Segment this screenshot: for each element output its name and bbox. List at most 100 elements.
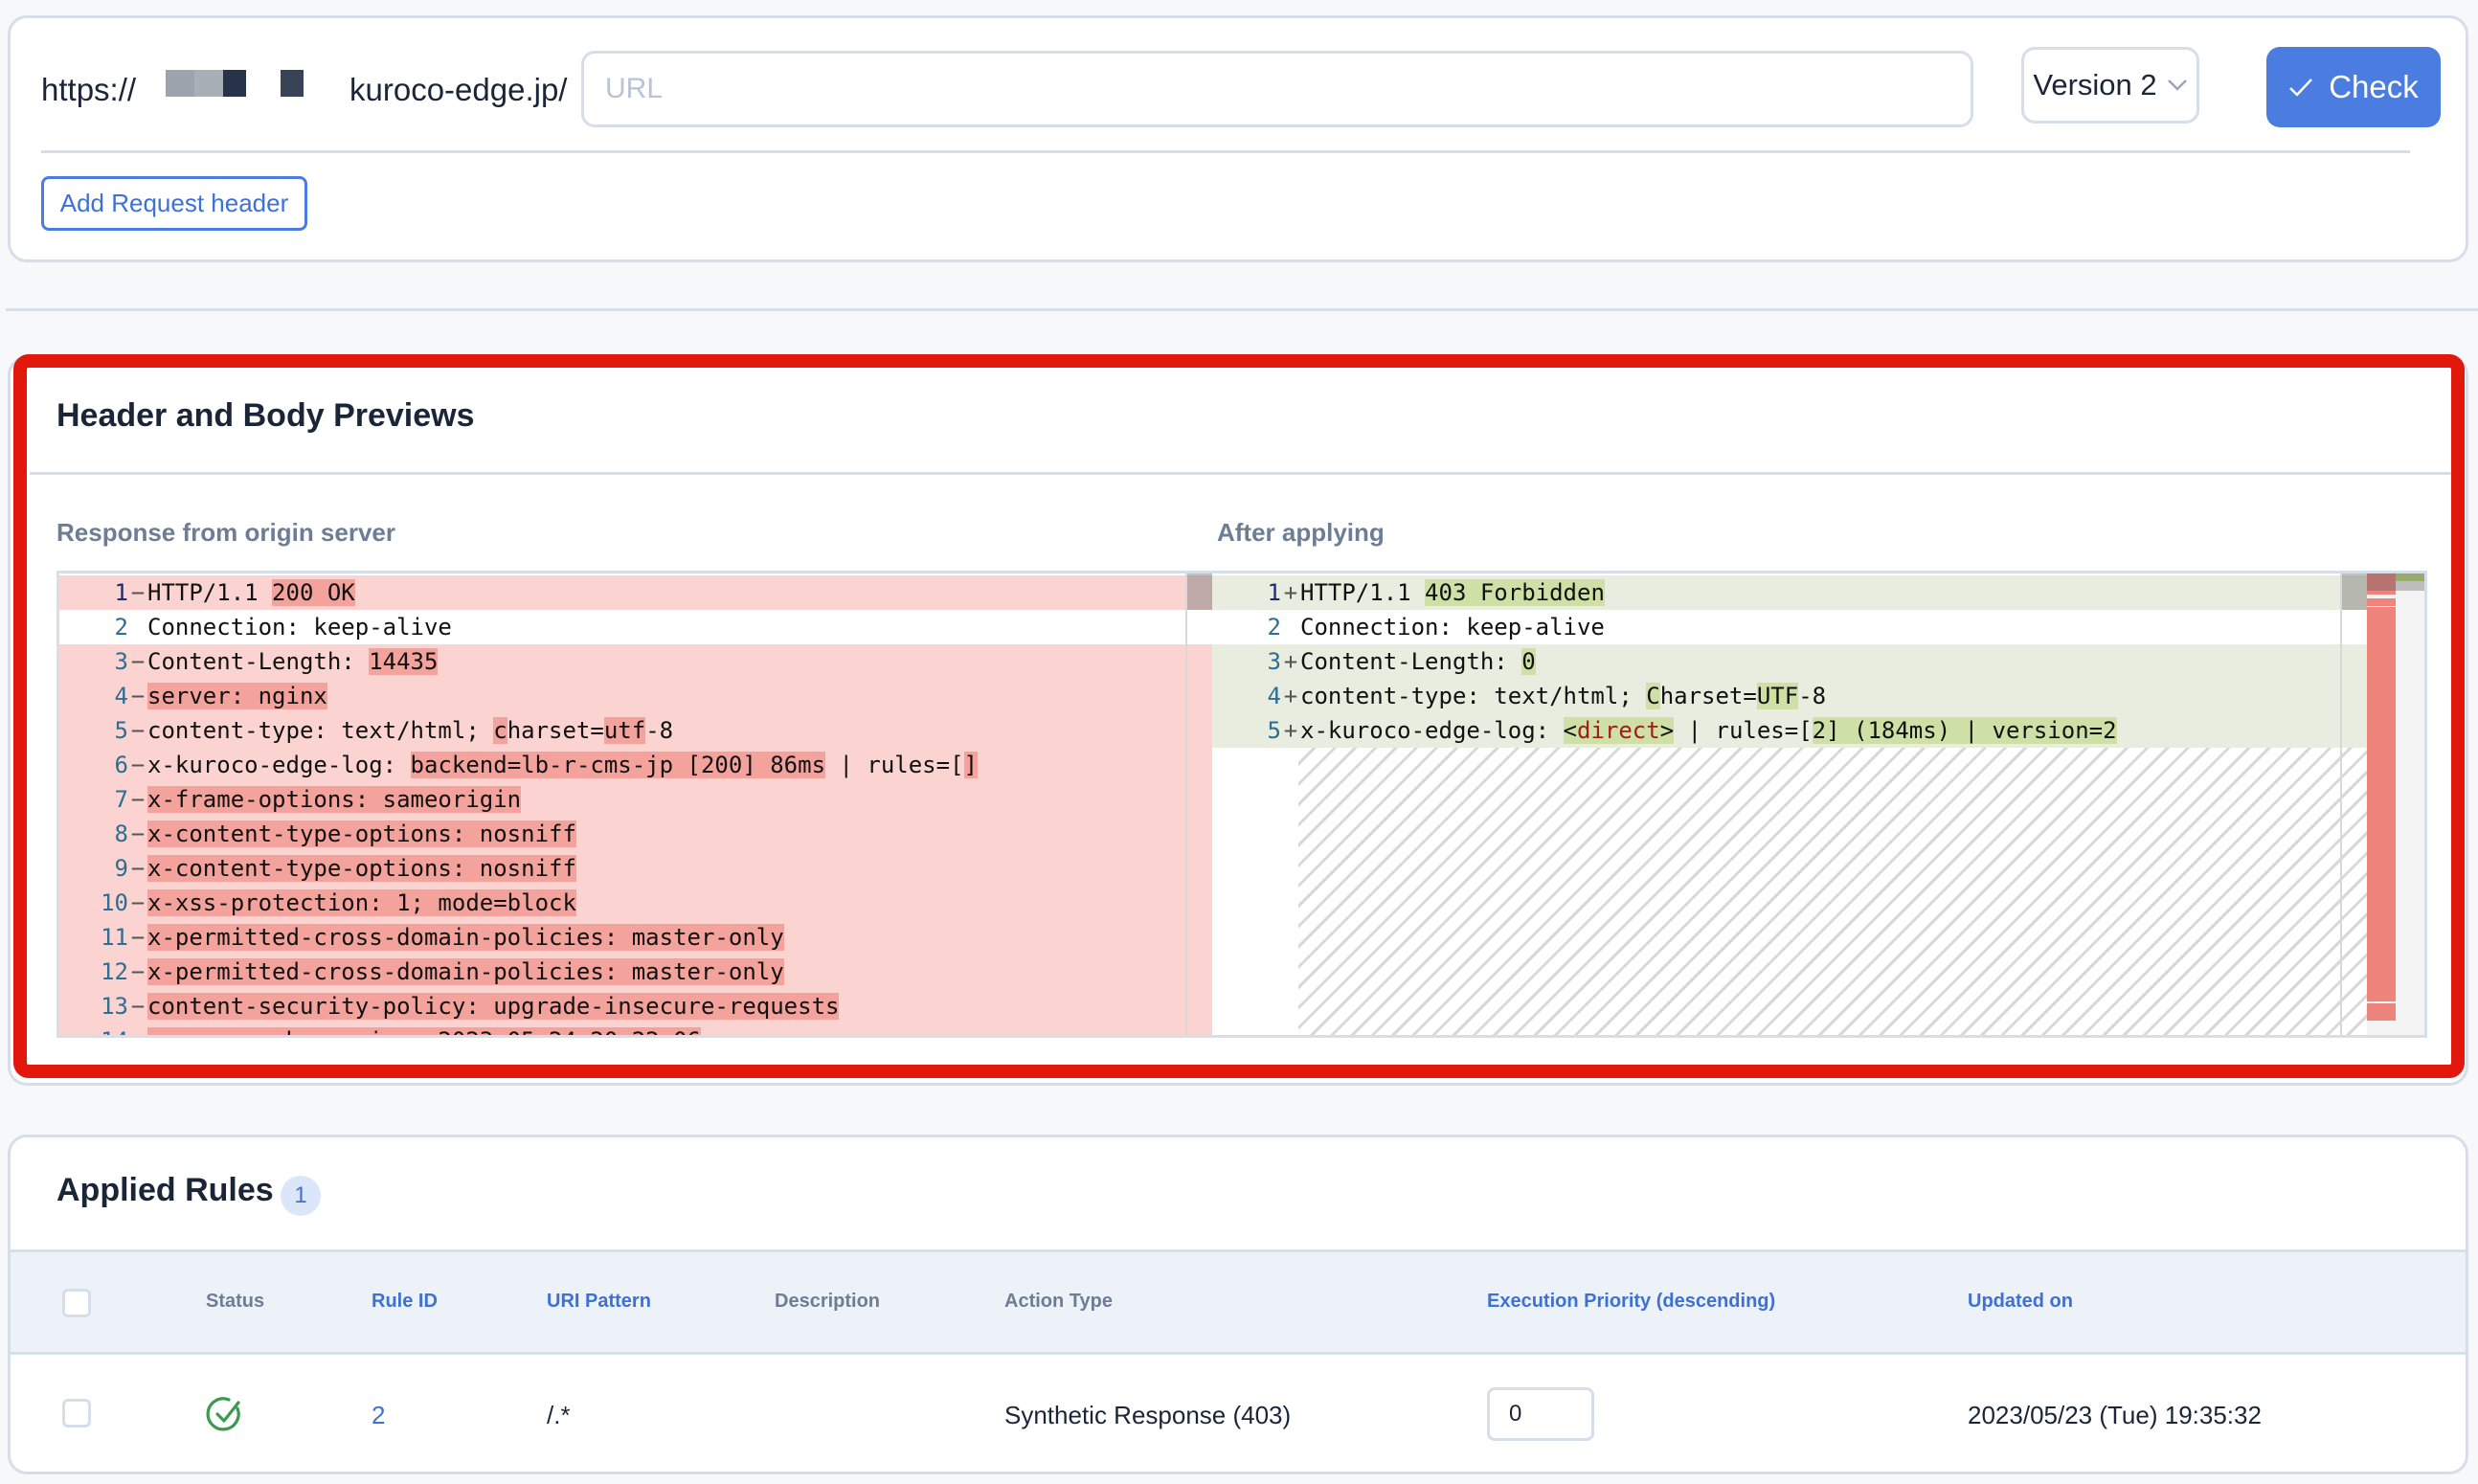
line-number: 2 [114, 614, 128, 641]
added-marker: + [1283, 717, 1298, 744]
updated-on-cell: 2023/05/23 (Tue) 19:35:32 [1968, 1401, 2262, 1429]
changed-segment: x-content-type-options: nosniff [147, 821, 576, 847]
line-text: server: nginx [147, 683, 327, 709]
removed-marker: − [130, 683, 146, 709]
changed-segment: 200 OK [272, 579, 355, 606]
original-pane[interactable]: 1− HTTP/1.1 200 OK 2 Connection: keep-aliv… [59, 573, 1212, 1035]
added-marker: + [1283, 579, 1298, 606]
line-number: 12 [101, 958, 128, 985]
line-number: 7 [114, 786, 128, 813]
section-separator [6, 308, 2478, 311]
line-number: 3 [114, 648, 128, 675]
diff-line: 9− x-content-type-options: nosniff [59, 851, 1212, 886]
text-segment: Content-Length: [1300, 648, 1522, 675]
text-segment: x-kuroco-edge-log: [147, 752, 411, 778]
column-header-updated-on[interactable]: Updated on [1968, 1291, 2073, 1313]
text-segment: Content-Length: [147, 648, 370, 675]
changed-segment: x-permitted-cross-domain-policies: maste… [147, 958, 784, 985]
modified-pane[interactable]: 1 + HTTP/1.1 403 Forbidden 2 Connection: ke… [1212, 573, 2424, 1035]
removed-marker: − [130, 924, 146, 951]
select-all-checkbox[interactable] [62, 1289, 91, 1317]
vertical-scrollbar[interactable] [2340, 573, 2369, 1035]
overview-marker [2367, 607, 2396, 1001]
line-number: 4 [1267, 683, 1281, 709]
diff-line: 5− content-type: text/html; charset=utf-8 [59, 713, 1212, 748]
redacted-host-block [281, 70, 304, 97]
diff-line: 10− x-xss-protection: 1; mode=block [59, 886, 1212, 920]
unchanged-marker [128, 610, 147, 644]
removed-marker: − [130, 579, 146, 606]
changed-segment: 403 Forbidden [1425, 579, 1605, 606]
diff-overview-ruler[interactable] [2367, 573, 2424, 1035]
check-button-label: Check [2329, 69, 2419, 104]
overview-marker [2396, 573, 2424, 581]
line-number: 6 [114, 752, 128, 778]
line-number: 1 [1267, 579, 1281, 606]
scrollbar-thumb[interactable] [2342, 573, 2369, 610]
text-segment: harset= [1659, 683, 1757, 709]
add-request-header-button[interactable]: Add Request header [41, 176, 307, 231]
removed-marker: − [130, 889, 146, 916]
table-header: Status Rule ID URI Pattern Description A… [11, 1249, 2466, 1355]
redacted-host-block [223, 70, 246, 97]
check-circle-icon [206, 1397, 240, 1431]
column-header-rule-id[interactable]: Rule ID [372, 1291, 438, 1313]
removed-marker: − [130, 855, 146, 882]
after-applying-label: After applying [1217, 518, 1385, 547]
line-number: 2 [1267, 614, 1281, 641]
line-text: x-permitted-cross-domain-policies: maste… [147, 924, 784, 951]
removed-marker: − [130, 993, 146, 1020]
line-text: Content-Length: 0 [1300, 648, 1536, 675]
diff-line: 5 + x-kuroco-edge-log: <direct> | rules=[2… [1212, 713, 2424, 748]
diff-editor[interactable]: 1− HTTP/1.1 200 OK 2 Connection: keep-aliv… [56, 571, 2427, 1038]
removed-marker: − [130, 752, 146, 778]
text-segment: | rules=[ [1674, 717, 1813, 744]
divider [30, 472, 2452, 475]
line-text: x-content-type-options: nosniff [147, 821, 576, 847]
changed-segment: c [493, 717, 507, 744]
divider [41, 150, 2410, 153]
check-button[interactable]: Check [2266, 47, 2441, 127]
diff-line: 11− x-permitted-cross-domain-policies: ma… [59, 920, 1212, 955]
text-segment: Connection: keep-alive [147, 614, 452, 641]
removed-marker: − [130, 786, 146, 813]
row-checkbox[interactable] [62, 1399, 91, 1428]
chevron-down-icon [2167, 79, 2187, 91]
changed-segment: 0 [1521, 648, 1536, 675]
vertical-scrollbar[interactable] [1185, 573, 1212, 1035]
execution-priority-input[interactable] [1487, 1387, 1594, 1441]
line-text: x-permitted-cross-domain-policies: maste… [147, 958, 784, 985]
changed-segment: ] [963, 752, 978, 778]
uri-pattern-cell: /.* [547, 1401, 571, 1429]
rule-id-link[interactable]: 2 [372, 1401, 385, 1430]
changed-segment: x-permitted-cross-domain-policies: maste… [147, 924, 784, 951]
overview-marker [2396, 581, 2424, 591]
line-text: x-rcms-cache-expire: 2023-05-24 20:22:06 [147, 1027, 701, 1035]
text-segment: harset= [507, 717, 604, 744]
url-input[interactable] [581, 51, 1973, 127]
line-text: x-kuroco-edge-log: backend=lb-r-cms-jp [… [147, 752, 978, 778]
diff-line: 3 + Content-Length: 0 [1212, 644, 2424, 679]
text-segment: -8 [645, 717, 674, 744]
added-marker: + [1283, 648, 1298, 675]
column-header-execution-priority[interactable]: Execution Priority (descending) [1487, 1291, 1775, 1313]
unchanged-marker [1281, 610, 1300, 644]
line-number: 3 [1267, 648, 1281, 675]
removed-marker: − [128, 1023, 147, 1035]
scrollbar-thumb[interactable] [1187, 573, 1212, 610]
overview-marker [2367, 1003, 2396, 1021]
column-header-description: Description [775, 1291, 881, 1312]
line-text: content-type: text/html; Charset=UTF-8 [1300, 683, 1826, 709]
origin-response-label: Response from origin server [56, 518, 395, 547]
line-text: x-frame-options: sameorigin [147, 786, 522, 813]
redacted-host-block [166, 70, 223, 97]
column-header-uri-pattern[interactable]: URI Pattern [547, 1291, 651, 1313]
changed-segment: 14435 [369, 648, 439, 675]
diff-line: 12− x-permitted-cross-domain-policies: ma… [59, 955, 1212, 989]
version-select[interactable]: Version 2 [2021, 47, 2199, 124]
text-segment: content-type: text/html; [1300, 683, 1647, 709]
line-text: x-xss-protection: 1; mode=block [147, 889, 576, 916]
changed-segment: x-content-type-options: nosniff [147, 855, 576, 882]
column-header-status: Status [206, 1291, 265, 1312]
diff-line: 4− server: nginx [59, 679, 1212, 713]
